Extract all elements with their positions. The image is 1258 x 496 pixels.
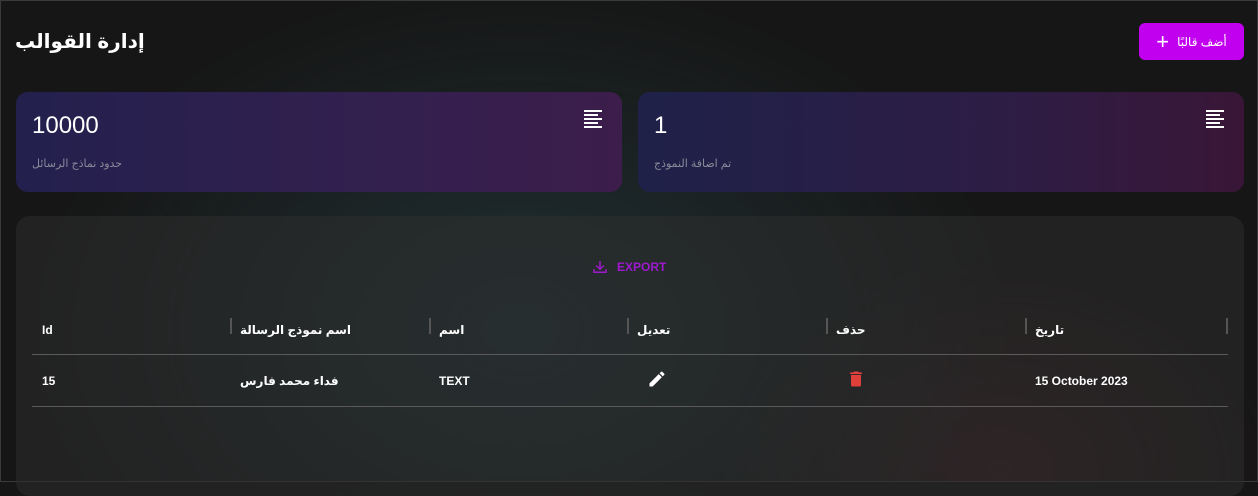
column-header-edit[interactable]: تعديل <box>627 306 826 355</box>
column-header-name[interactable]: اسم <box>429 306 627 355</box>
add-template-label: أضف قالبًا <box>1177 34 1227 49</box>
column-header-delete[interactable]: حذف <box>826 306 1025 355</box>
stat-card-limit: 10000 حدود نماذج الرسائل <box>16 92 622 192</box>
table-header-row: Id اسم نموذج الرسالة اسم تعديل حذف تاريخ <box>32 306 1228 355</box>
column-header-date[interactable]: تاريخ <box>1025 306 1228 355</box>
stat-value: 10000 <box>32 112 99 139</box>
cell-name: TEXT <box>429 354 627 407</box>
export-button[interactable]: EXPORT <box>591 258 666 276</box>
page-title: إدارة القوالب <box>15 31 145 53</box>
stat-label: حدود نماذج الرسائل <box>32 158 123 170</box>
stat-card-added: 1 تم اضافة النموذج <box>638 92 1244 192</box>
list-icon <box>1206 110 1226 128</box>
export-label: EXPORT <box>617 260 667 274</box>
download-icon <box>593 261 607 273</box>
pencil-icon[interactable] <box>647 369 667 389</box>
trash-icon[interactable] <box>846 368 866 390</box>
cell-delete <box>826 354 1025 407</box>
cell-date: 15 October 2023 <box>1025 354 1228 407</box>
cell-edit <box>627 354 826 407</box>
add-template-button[interactable]: + أضف قالبًا <box>1139 23 1244 60</box>
list-icon <box>584 110 604 128</box>
cell-template-name: فداء محمد فارس <box>230 354 429 407</box>
templates-table: Id اسم نموذج الرسالة اسم تعديل حذف تاريخ… <box>32 306 1228 407</box>
cell-id: 15 <box>32 354 230 407</box>
plus-icon: + <box>1156 28 1170 54</box>
stat-value: 1 <box>654 112 668 139</box>
table-row: 15 فداء محمد فارس TEXT 15 October 2023 <box>32 354 1228 407</box>
column-header-template-name[interactable]: اسم نموذج الرسالة <box>230 306 429 355</box>
column-header-id[interactable]: Id <box>32 306 230 355</box>
stat-label: تم اضافة النموذج <box>654 158 732 170</box>
